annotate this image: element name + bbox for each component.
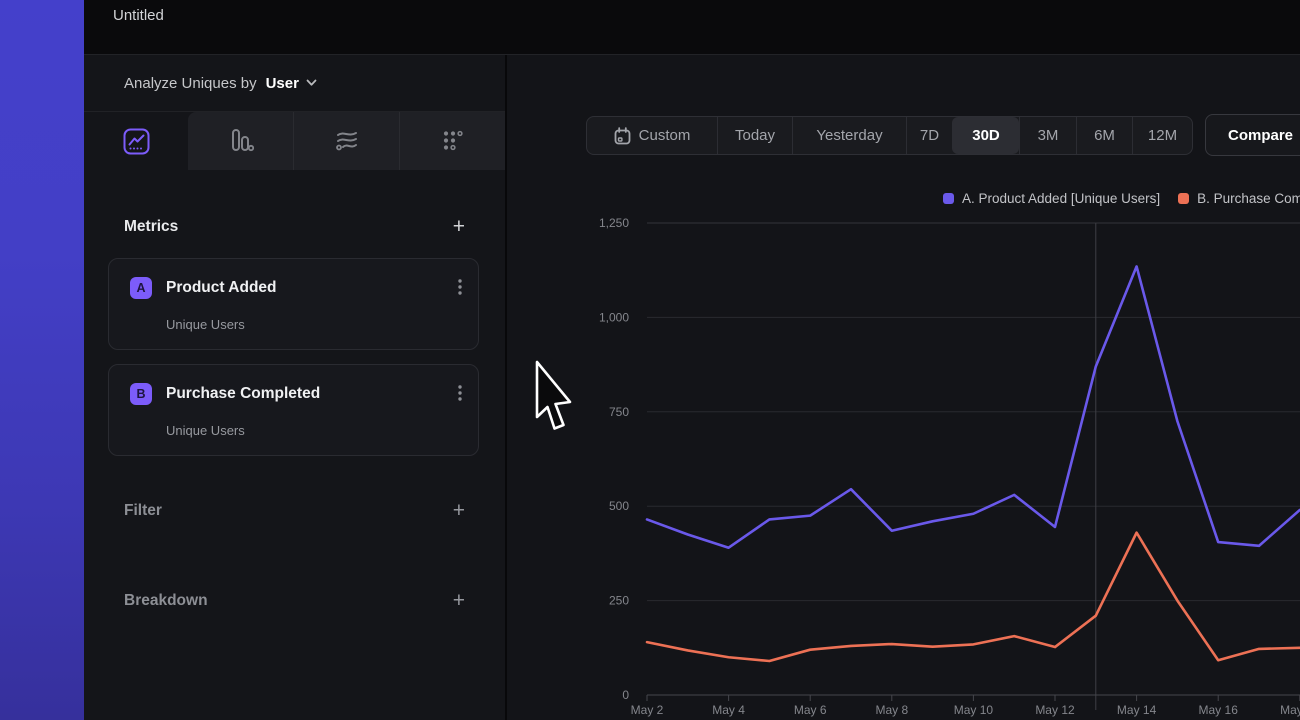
analyze-by-value: User <box>266 75 299 92</box>
series-line-b <box>647 533 1300 661</box>
y-tick-label: 1,000 <box>599 310 629 324</box>
chart-type-tab-strip <box>188 112 505 170</box>
cursor-pointer <box>534 360 572 434</box>
series-line-a <box>647 266 1300 547</box>
tab-line-chart[interactable] <box>84 112 188 170</box>
metric-measure[interactable]: Unique Users <box>166 423 245 438</box>
x-tick-label: May 4 <box>712 703 745 717</box>
flow-icon <box>334 129 360 153</box>
tab-dots-grid[interactable] <box>399 112 505 170</box>
metric-menu-button[interactable] <box>458 279 462 300</box>
query-sidebar: Analyze Uniques by User <box>84 55 505 720</box>
uniques-line-chart[interactable]: 0 250 500 750 1,000 1,250 May 2 May 4 May 6 May 8… <box>507 55 1300 720</box>
y-tick-label: 1,250 <box>599 216 629 230</box>
metric-card-purchase-completed[interactable]: B Purchase Completed Unique Users <box>108 364 479 456</box>
metrics-section-header: Metrics + <box>84 211 505 243</box>
x-tick-label: May 8 <box>875 703 908 717</box>
filter-heading: Filter <box>124 502 162 520</box>
x-tick-label: May 14 <box>1117 703 1157 717</box>
bar-chart-icon <box>227 128 254 154</box>
x-tick-label: May 6 <box>794 703 827 717</box>
analyze-by-select[interactable]: User <box>266 75 317 92</box>
metric-badge-a: A <box>130 277 152 299</box>
chevron-down-icon <box>306 79 317 87</box>
y-tick-label: 750 <box>609 405 629 419</box>
chart-type-tabs <box>84 112 505 170</box>
metric-measure[interactable]: Unique Users <box>166 317 245 332</box>
y-tick-label: 500 <box>609 499 629 513</box>
top-bar: Untitled <box>84 0 1300 55</box>
metric-name: Purchase Completed <box>166 385 320 403</box>
metric-badge-b: B <box>130 383 152 405</box>
add-filter-button[interactable]: + <box>453 501 465 521</box>
dots-grid-icon <box>441 129 465 153</box>
breakdown-section-header: Breakdown + <box>84 585 505 617</box>
analyze-label: Analyze Uniques by <box>124 75 257 92</box>
metric-card-product-added[interactable]: A Product Added Unique Users <box>108 258 479 350</box>
metrics-heading: Metrics <box>124 218 178 236</box>
y-tick-label: 0 <box>622 688 629 702</box>
report-title[interactable]: Untitled <box>113 7 164 24</box>
kebab-icon <box>458 385 462 401</box>
x-tick-label: May 12 <box>1035 703 1075 717</box>
filter-section-header: Filter + <box>84 495 505 527</box>
tab-bar-chart[interactable] <box>188 112 293 170</box>
metric-menu-button[interactable] <box>458 385 462 406</box>
chart-panel: Custom Today Yesterday 7D 30D 3M 6M 12M … <box>505 55 1300 720</box>
x-tick-label: May 10 <box>954 703 994 717</box>
breakdown-heading: Breakdown <box>124 592 208 610</box>
kebab-icon <box>458 279 462 295</box>
x-tick-label: May 2 <box>631 703 664 717</box>
y-tick-label: 250 <box>609 594 629 608</box>
add-breakdown-button[interactable]: + <box>453 591 465 611</box>
analyze-header: Analyze Uniques by User <box>84 55 505 112</box>
line-chart-icon <box>123 128 150 155</box>
tab-flow[interactable] <box>293 112 399 170</box>
add-metric-button[interactable]: + <box>453 217 465 237</box>
app-screen: Untitled Analyze Uniques by User <box>0 0 1300 720</box>
x-tick-label: May 18 <box>1280 703 1300 717</box>
left-gradient-strip <box>0 0 84 720</box>
x-tick-label: May 16 <box>1199 703 1239 717</box>
metric-name: Product Added <box>166 279 277 297</box>
